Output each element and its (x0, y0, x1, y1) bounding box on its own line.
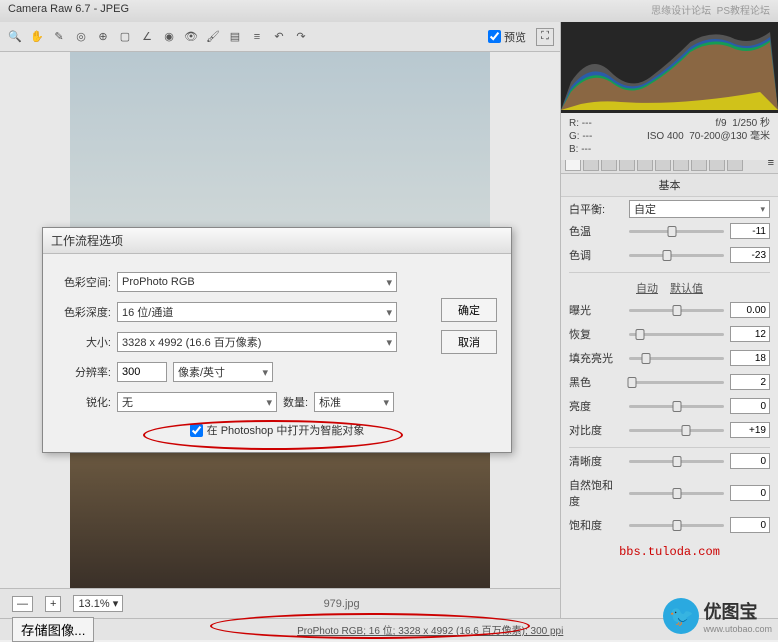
color-depth-label: 色彩深度: (57, 304, 111, 320)
zoom-out-button[interactable]: — (12, 596, 33, 612)
save-image-button[interactable]: 存储图像... (12, 617, 94, 642)
redeye-icon[interactable]: 👁 (182, 28, 200, 46)
resolution-unit-select[interactable]: 像素/英寸 (173, 362, 273, 382)
color-space-select[interactable]: ProPhoto RGB (117, 272, 397, 292)
temp-value[interactable] (730, 223, 770, 239)
zoom-level-select[interactable]: 13.1% ▾ (73, 595, 123, 612)
black-slider[interactable] (629, 381, 724, 384)
straighten-icon[interactable]: ∠ (138, 28, 156, 46)
contrast-slider[interactable] (629, 429, 724, 432)
vibrance-value[interactable] (730, 485, 770, 501)
fill-slider[interactable] (629, 357, 724, 360)
histogram-graph (561, 22, 778, 110)
vibrance-label: 自然饱和度 (569, 477, 623, 509)
hand-tool-icon[interactable]: ✋ (28, 28, 46, 46)
smart-object-checkbox[interactable] (190, 424, 203, 437)
workflow-options-dialog: 工作流程选项 确定 取消 色彩空间: ProPhoto RGB 色彩深度: 16… (42, 227, 512, 453)
sharpen-label: 锐化: (57, 394, 111, 410)
auto-link[interactable]: 自动 (636, 280, 658, 296)
window-title: Camera Raw 6.7 - JPEG (8, 3, 129, 15)
ok-button[interactable]: 确定 (441, 298, 497, 322)
amount-label: 数量: (283, 394, 308, 410)
watermark-top: 思缘设计论坛 PS教程论坛 (651, 2, 770, 17)
preview-checkbox[interactable]: 预览 (488, 29, 526, 45)
size-label: 大小: (57, 334, 111, 350)
window-titlebar: Camera Raw 6.7 - JPEG 思缘设计论坛 PS教程论坛 (0, 0, 778, 22)
exposure-slider[interactable] (629, 309, 724, 312)
logo-text: 优图宝 (703, 598, 772, 624)
recovery-value[interactable] (730, 326, 770, 342)
clarity-label: 清晰度 (569, 453, 623, 469)
histogram-panel: R: ---G: ---B: --- f/9 1/250 秒 ISO 400 7… (561, 22, 778, 152)
status-bar: 存储图像... ProPhoto RGB; 16 位; 3328 x 4992 … (0, 618, 778, 640)
fill-value[interactable] (730, 350, 770, 366)
image-preview-area: 工作流程选项 确定 取消 色彩空间: ProPhoto RGB 色彩深度: 16… (0, 52, 560, 588)
contrast-label: 对比度 (569, 422, 623, 438)
black-value[interactable] (730, 374, 770, 390)
zoom-in-button[interactable]: + (45, 596, 61, 612)
wb-select[interactable]: 自定 (629, 200, 770, 218)
sharpen-select[interactable]: 无 (117, 392, 277, 412)
crop-tool-icon[interactable]: ▢ (116, 28, 134, 46)
saturation-value[interactable] (730, 517, 770, 533)
graduated-filter-icon[interactable]: ▤ (226, 28, 244, 46)
tint-value[interactable] (730, 247, 770, 263)
clarity-value[interactable] (730, 453, 770, 469)
color-depth-select[interactable]: 16 位/通道 (117, 302, 397, 322)
bright-slider[interactable] (629, 405, 724, 408)
zoom-tool-icon[interactable]: 🔍 (6, 28, 24, 46)
clarity-slider[interactable] (629, 460, 724, 463)
prefs-icon[interactable]: ≡ (248, 28, 266, 46)
logo-corner: 🐦 优图宝 www.utobao.com (663, 598, 772, 634)
exif-readout: f/9 1/250 秒 ISO 400 70-200@130 毫米 (647, 117, 770, 156)
rotate-cw-icon[interactable]: ↷ (292, 28, 310, 46)
black-label: 黑色 (569, 374, 623, 390)
size-select[interactable]: 3328 x 4992 (16.6 百万像素) (117, 332, 397, 352)
fullscreen-button[interactable]: ⛶ (536, 28, 554, 46)
vibrance-slider[interactable] (629, 492, 724, 495)
logo-bird-icon: 🐦 (663, 598, 699, 634)
recovery-slider[interactable] (629, 333, 724, 336)
filename-label: 979.jpg (135, 598, 548, 610)
target-adjust-icon[interactable]: ⊕ (94, 28, 112, 46)
preview-check-input[interactable] (488, 30, 501, 43)
cancel-button[interactable]: 取消 (441, 330, 497, 354)
saturation-label: 饱和度 (569, 517, 623, 533)
bright-label: 亮度 (569, 398, 623, 414)
fill-label: 填充亮光 (569, 350, 623, 366)
watermark-bottom: bbs.tuloda.com (561, 539, 778, 565)
dialog-title: 工作流程选项 (43, 228, 511, 254)
color-sampler-icon[interactable]: ◎ (72, 28, 90, 46)
color-space-label: 色彩空间: (57, 274, 111, 290)
contrast-value[interactable] (730, 422, 770, 438)
rotate-ccw-icon[interactable]: ↶ (270, 28, 288, 46)
basic-panel-header: 基本 (561, 174, 778, 197)
amount-select[interactable]: 标准 (314, 392, 394, 412)
rgb-readout: R: ---G: ---B: --- (569, 117, 592, 156)
spot-removal-icon[interactable]: ◉ (160, 28, 178, 46)
adjustment-brush-icon[interactable]: 🖌 (204, 28, 222, 46)
temp-slider[interactable] (629, 230, 724, 233)
main-toolbar: 🔍 ✋ ✎ ◎ ⊕ ▢ ∠ ◉ 👁 🖌 ▤ ≡ ↶ ↷ 预览 ⛶ (0, 22, 560, 52)
recovery-label: 恢复 (569, 326, 623, 342)
resolution-input[interactable] (117, 362, 167, 382)
wb-tool-icon[interactable]: ✎ (50, 28, 68, 46)
tint-label: 色调 (569, 247, 623, 263)
resolution-label: 分辨率: (57, 364, 111, 380)
default-link[interactable]: 默认值 (670, 280, 703, 296)
smart-object-label: 在 Photoshop 中打开为智能对象 (207, 422, 365, 438)
wb-label: 白平衡: (569, 201, 623, 217)
logo-url: www.utobao.com (703, 624, 772, 634)
saturation-slider[interactable] (629, 524, 724, 527)
temp-label: 色温 (569, 223, 623, 239)
zoom-bar: — + 13.1% ▾ 979.jpg (0, 588, 560, 618)
bright-value[interactable] (730, 398, 770, 414)
exposure-label: 曝光 (569, 302, 623, 318)
exposure-value[interactable] (730, 302, 770, 318)
tint-slider[interactable] (629, 254, 724, 257)
